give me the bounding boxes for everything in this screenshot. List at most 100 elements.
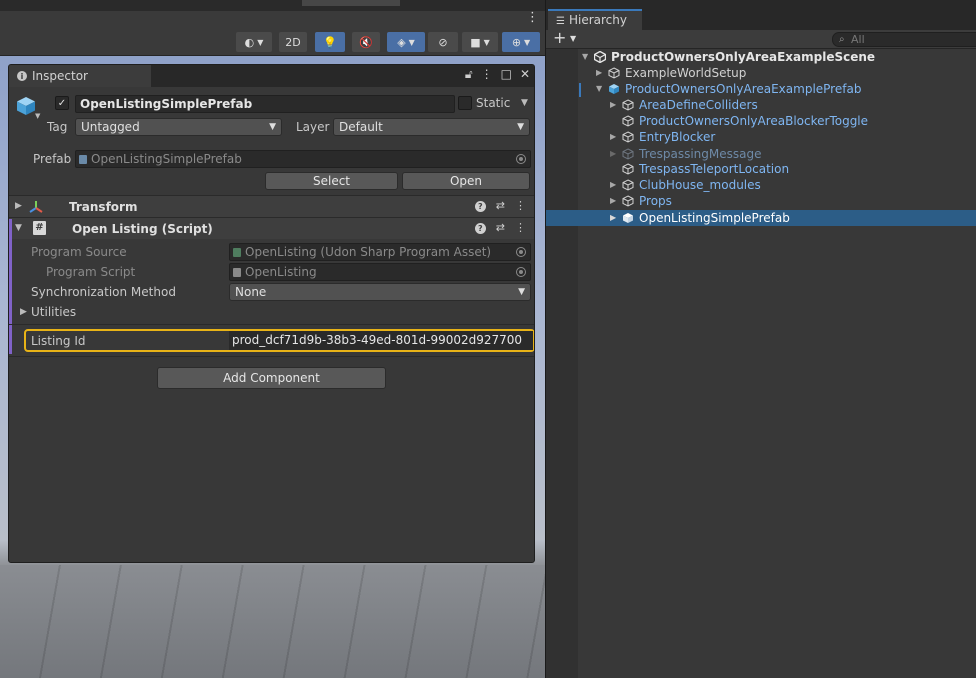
prefab-cube-icon [623,213,633,223]
prefab-mini-icon [79,155,87,164]
icon-dropdown-icon[interactable]: ▼ [35,112,40,120]
fold-right-icon[interactable]: ▶ [610,193,616,209]
hierarchy-item[interactable]: ▶ Props [546,193,976,209]
program-script-field[interactable]: OpenListing [229,263,531,281]
scene-floor [0,565,545,678]
fold-right-icon[interactable]: ▶ [15,201,22,211]
hierarchy-item[interactable]: TrespassTeleportLocation [546,161,976,177]
object-picker-icon[interactable] [516,154,526,164]
inspector-header-icons: 🔓︎ ⋮ □ ✕ [465,67,530,82]
hierarchy-item[interactable]: ▶ ExampleWorldSetup [546,65,976,81]
hierarchy-item[interactable]: ▶ EntryBlocker [546,129,976,145]
sync-method-dropdown[interactable]: None ▼ [229,283,531,301]
fold-right-icon[interactable]: ▶ [610,97,616,113]
gameobject-cube-icon [622,115,634,127]
scene-root-row[interactable]: ▼ ProductOwnersOnlyAreaExampleScene [546,49,976,65]
camera-icon: ■ [470,35,481,49]
tag-dropdown[interactable]: Untagged ▼ [75,118,282,136]
chevron-down-icon[interactable]: ▼ [570,34,576,43]
hierarchy-item[interactable]: ProductOwnersOnlyAreaBlockerToggle [546,113,976,129]
program-source-field[interactable]: OpenListing (Udon Sharp Program Asset) [229,243,531,261]
gameobject-cube-icon [622,99,634,111]
transform-component-header[interactable]: ▶ Transform ? ⇄ ⋮ [9,195,534,217]
scene-toolbar: ◐ ▼ 2D 💡 🔇 ◈ ▼ ⊘ ■ ▼ ⊕ ▼ [0,28,545,56]
more-menu-icon[interactable]: ⋮ [481,67,493,82]
fold-down-icon[interactable]: ▼ [596,81,602,97]
tag-value: Untagged [81,120,140,134]
chevron-down-icon: ▼ [518,287,525,297]
script-asset-icon [233,268,241,277]
fold-right-icon[interactable]: ▶ [596,65,602,81]
transform-header-icons: ? ⇄ ⋮ [474,199,526,212]
static-checkbox[interactable] [458,96,472,110]
maximize-icon[interactable]: □ [501,67,512,82]
hierarchy-item[interactable]: ▼ ProductOwnersOnlyAreaExamplePrefab [546,81,976,97]
hierarchy-item[interactable]: ▶ ClubHouse_modules [546,177,976,193]
layer-dropdown[interactable]: Default ▼ [333,118,530,136]
prefab-asset-field[interactable]: OpenListingSimplePrefab [75,150,531,168]
help-icon[interactable]: ? [474,201,486,212]
active-checkbox[interactable]: ✓ [55,96,69,110]
fold-right-icon[interactable]: ▶ [610,129,616,145]
help-icon[interactable]: ? [474,223,486,234]
listing-id-input[interactable]: prod_dcf71d9b-38b3-49ed-801d-99002d92770… [229,331,533,350]
gizmo-icon: ⊕ [511,35,522,49]
component-menu-icon[interactable]: ⋮ [515,199,526,212]
transform-axes-icon [29,201,43,213]
inspector-tab-label: Inspector [32,69,88,83]
info-icon: i [17,71,27,81]
hierarchy-item[interactable]: ▶ AreaDefineColliders [546,97,976,113]
lightbulb-icon: 💡 [323,35,337,49]
hierarchy-item-selected[interactable]: ▶ OpenListingSimplePrefab [546,210,976,226]
prefab-select-button[interactable]: Select [265,172,398,190]
utilities-fold-icon[interactable]: ▶ [20,307,27,317]
more-menu-icon[interactable]: ⋮ [526,10,539,25]
fold-down-icon[interactable]: ▼ [15,223,22,233]
presets-icon[interactable]: ⇄ [496,221,505,234]
script-component-header[interactable]: ▼ # Open Listing (Script) ? ⇄ ⋮ [9,217,534,239]
presets-icon[interactable]: ⇄ [496,199,505,212]
gameobject-cube-icon [622,179,634,191]
sync-method-label: Synchronization Method [31,285,176,299]
hierarchy-search-input[interactable]: ⌕ All [832,32,976,47]
fold-right-icon[interactable]: ▶ [610,177,616,193]
hierarchy-item-label: ExampleWorldSetup [625,66,747,80]
visibility-button[interactable]: ⊘ [428,32,458,52]
hierarchy-item-label: ClubHouse_modules [639,178,761,192]
static-dropdown-icon[interactable]: ▼ [521,98,528,108]
layer-value: Default [339,120,383,134]
script-title: Open Listing (Script) [72,222,213,236]
hierarchy-tab[interactable]: ☰ Hierarchy [548,9,642,30]
list-icon: ☰ [556,16,565,27]
component-menu-icon[interactable]: ⋮ [515,221,526,234]
object-picker-icon[interactable] [516,267,526,277]
fold-right-icon[interactable]: ▶ [610,146,616,162]
camera-button[interactable]: ■ ▼ [462,32,498,52]
layers-icon: ◈ [397,35,406,49]
lighting-button[interactable]: 💡 [315,32,345,52]
gameobject-name-field[interactable]: OpenListingSimplePrefab [75,95,455,113]
prefab-label: Prefab [33,152,72,166]
gizmos-button[interactable]: ⊕ ▼ [502,32,540,52]
shading-mode-button[interactable]: ◐ ▼ [236,32,272,52]
fold-right-icon[interactable]: ▶ [610,210,616,226]
hierarchy-item[interactable]: ▶ TrespassingMessage [546,146,976,162]
utilities-foldout[interactable]: Utilities [31,305,76,319]
shading-sphere-icon: ◐ [244,35,255,49]
mode-2d-button[interactable]: 2D [279,32,307,52]
object-picker-icon[interactable] [516,247,526,257]
hierarchy-tabbar: ☰ Hierarchy [546,0,976,30]
fold-down-icon[interactable]: ▼ [582,49,588,65]
gameobject-cube-icon [622,148,634,160]
hierarchy-item-label: TrespassingMessage [639,147,762,161]
audio-button[interactable]: 🔇 [352,32,380,52]
close-icon[interactable]: ✕ [520,67,530,82]
add-object-button[interactable]: + [553,28,566,47]
prefab-open-button[interactable]: Open [402,172,530,190]
gameobject-cube-icon [622,131,634,143]
inspector-tab[interactable]: i Inspector [9,65,151,87]
add-component-button[interactable]: Add Component [157,367,386,389]
script-file-icon: # [33,221,46,235]
lock-icon[interactable]: 🔓︎ [465,67,473,82]
effects-button[interactable]: ◈ ▼ [387,32,425,52]
